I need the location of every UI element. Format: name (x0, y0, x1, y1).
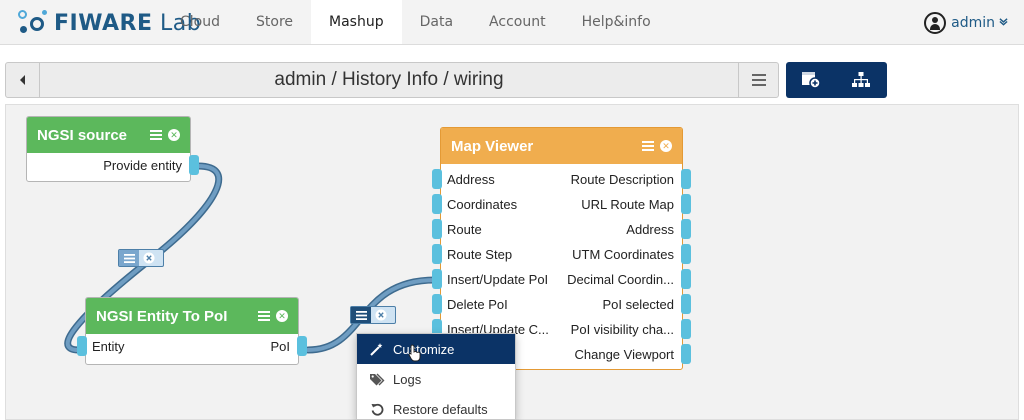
menu-item-restore-defaults[interactable]: Restore defaults (357, 394, 515, 420)
input-endpoint-anchor[interactable] (432, 194, 442, 214)
hamburger-icon[interactable] (351, 307, 371, 323)
operator-header[interactable]: NGSI source ✕ (27, 117, 190, 153)
endpoint-label: Decimal Coordin... (567, 272, 674, 287)
endpoint-row: Insert/Update PoI Decimal Coordin... (432, 267, 691, 292)
hamburger-icon[interactable] (119, 250, 139, 266)
input-endpoint-anchor[interactable] (77, 336, 87, 356)
hamburger-icon[interactable] (642, 141, 654, 151)
endpoint-label: URL Route Map (581, 197, 674, 212)
menu-item-customize[interactable]: Customize (357, 334, 515, 364)
top-navbar: FIWARE Lab Cloud Store Mashup Data Accou… (0, 0, 1024, 45)
main-nav: Cloud Store Mashup Data Account Help&inf… (162, 0, 669, 44)
wiring-toolbar (786, 62, 887, 98)
close-icon[interactable]: ✕ (168, 129, 180, 141)
endpoint-row: Route Address (432, 217, 691, 242)
chevron-down-icon (999, 17, 1008, 29)
operator-title: NGSI Entity To PoI (96, 307, 228, 325)
add-component-icon (802, 72, 821, 89)
brand-name-bold: FIWARE (54, 10, 153, 36)
endpoint-row: Coordinates URL Route Map (432, 192, 691, 217)
sitemap-icon (852, 72, 870, 87)
connection-options-button-active[interactable] (350, 306, 396, 324)
connection-context-menu: Customize Logs Restore defaults (356, 333, 516, 420)
operator-ngsi-source[interactable]: NGSI source ✕ Provide entity (26, 116, 199, 182)
widget-header[interactable]: Map Viewer ✕ (441, 128, 682, 164)
nav-tab-data[interactable]: Data (402, 0, 471, 44)
workspace-path-title: admin / History Info / wiring (274, 69, 504, 90)
endpoint-label: Route Description (570, 172, 674, 187)
output-endpoint-anchor[interactable] (681, 169, 691, 189)
endpoint-label: UTM Coordinates (572, 247, 674, 262)
endpoint-label: PoI visibility cha... (570, 322, 674, 337)
output-endpoint-anchor[interactable] (681, 219, 691, 239)
input-endpoint-anchor[interactable] (432, 219, 442, 239)
user-menu[interactable]: admin (924, 10, 1008, 36)
output-endpoint-anchor[interactable] (681, 319, 691, 339)
endpoint-row: Address Route Description (432, 167, 691, 192)
endpoint-label: Route (447, 222, 482, 237)
magic-wand-icon (369, 341, 385, 357)
fiware-logo-icon (16, 8, 50, 38)
output-endpoint-row: Provide entity (27, 153, 199, 178)
output-endpoint-anchor[interactable] (189, 155, 199, 175)
user-avatar-icon (924, 12, 947, 34)
hamburger-icon[interactable] (258, 311, 270, 321)
output-endpoint-anchor[interactable] (297, 336, 307, 356)
nav-tab-account[interactable]: Account (471, 0, 564, 44)
endpoint-label: Change Viewport (574, 347, 675, 362)
endpoint-label: Coordinates (447, 197, 518, 212)
close-icon[interactable]: ✕ (660, 140, 672, 152)
endpoint-row: Entity PoI (77, 334, 307, 359)
workspace-path-bar: admin / History Info / wiring (5, 62, 779, 98)
input-endpoint-anchor[interactable] (432, 244, 442, 264)
menu-item-label: Customize (393, 341, 455, 357)
hamburger-icon (751, 74, 766, 86)
workspace-menu-button[interactable] (738, 63, 778, 97)
menu-item-label: Restore defaults (393, 401, 488, 417)
nav-tab-cloud[interactable]: Cloud (162, 0, 238, 44)
endpoint-label: Provide entity (103, 158, 182, 173)
output-endpoint-anchor[interactable] (681, 244, 691, 264)
endpoint-label: Address (626, 222, 674, 237)
user-name: admin (951, 15, 995, 31)
menu-item-logs[interactable]: Logs (357, 364, 515, 394)
undo-icon (369, 401, 385, 417)
endpoint-label: Address (447, 172, 495, 187)
nav-tab-mashup[interactable]: Mashup (311, 0, 402, 44)
endpoint-label: Delete PoI (447, 297, 508, 312)
input-endpoint-anchor[interactable] (432, 169, 442, 189)
remove-connection-icon[interactable] (371, 307, 391, 323)
output-endpoint-anchor[interactable] (681, 269, 691, 289)
input-endpoint-anchor[interactable] (432, 269, 442, 289)
nav-tab-store[interactable]: Store (238, 0, 311, 44)
endpoint-label: Entity (92, 339, 125, 354)
tags-icon (369, 371, 385, 387)
remove-connection-icon[interactable] (139, 250, 159, 266)
nav-tab-help-info[interactable]: Help&info (564, 0, 669, 44)
output-endpoint-anchor[interactable] (681, 294, 691, 314)
hamburger-icon[interactable] (150, 130, 162, 140)
input-endpoint-anchor[interactable] (432, 294, 442, 314)
endpoint-label: Insert/Update PoI (447, 272, 549, 287)
mouse-cursor-icon (408, 344, 421, 362)
widget-title: Map Viewer (451, 137, 534, 155)
back-button[interactable] (6, 63, 40, 97)
output-endpoint-anchor[interactable] (681, 344, 691, 364)
caret-left-icon (19, 75, 25, 85)
endpoint-row: Route Step UTM Coordinates (432, 242, 691, 267)
add-component-button[interactable] (786, 62, 836, 98)
output-endpoint-anchor[interactable] (681, 194, 691, 214)
behaviour-engine-button[interactable] (836, 62, 886, 98)
endpoint-label: Route Step (447, 247, 513, 262)
endpoint-label: PoI (270, 339, 290, 354)
endpoint-row: Delete PoI PoI selected (432, 292, 691, 317)
operator-title: NGSI source (37, 126, 128, 144)
endpoint-label: PoI selected (602, 297, 674, 312)
menu-item-label: Logs (393, 371, 422, 387)
operator-header[interactable]: NGSI Entity To PoI ✕ (86, 298, 298, 334)
connection-options-button[interactable] (118, 249, 164, 267)
operator-ngsi-entity-to-poi[interactable]: NGSI Entity To PoI ✕ Entity PoI (77, 297, 307, 365)
close-icon[interactable]: ✕ (276, 310, 288, 322)
